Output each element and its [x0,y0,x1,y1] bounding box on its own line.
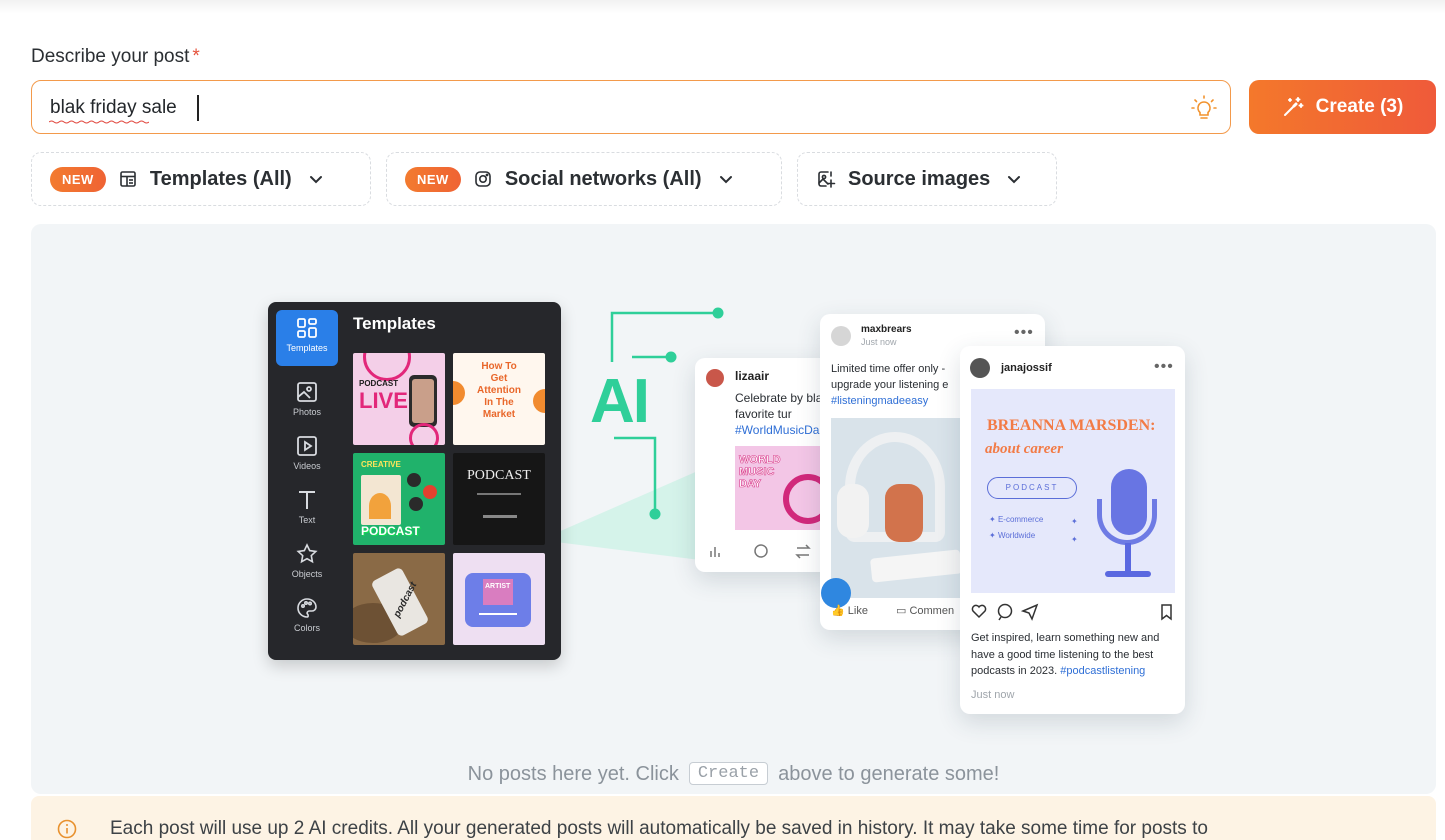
post-username: janajossif [1001,362,1052,374]
post-image [821,418,971,608]
post-time: Just now [971,689,1015,701]
sidebar-text: Text [276,488,338,525]
template-thumb: PODCAST LIVE [353,353,445,445]
avatar [970,358,990,378]
ai-label: AI [590,367,650,436]
template-thumb: PODCAST [453,453,545,545]
post-caption: Get inspired, learn something new and ha… [971,632,1160,677]
sidebar-colors: Colors [276,596,338,633]
post-actions [971,603,1172,621]
post-actions [710,544,811,559]
video-icon [297,436,317,456]
post-username: lizaair [735,369,770,383]
post-image: BREANNA MARSDEN: about career PODCAST ✦ … [971,389,1175,593]
star-icon [296,543,318,564]
comment-action: ▭ Commen [896,605,955,617]
sidebar-objects: Objects [276,542,338,579]
photo-icon [297,382,317,402]
text-icon [299,491,315,509]
info-icon [57,819,77,839]
more-icon: ••• [1014,324,1034,341]
credits-notice-text: Each post will use up 2 AI credits. All … [110,818,1208,839]
sidebar-photos: Photos [276,380,338,417]
like-action: 👍 Like [831,605,868,617]
grid-icon [297,318,317,338]
sidebar-templates: Templates [276,310,338,366]
avatar [706,369,724,387]
template-thumb: How To Get Attention In The Market [453,353,545,445]
template-thumb: CREATIVE PODCAST [353,453,445,545]
empty-state-message: No posts here yet. Click Create above to g… [467,762,1000,785]
post-username: maxbrears [861,324,912,335]
post-preview-card: lizaair Celebrate by bla your favorite t… [695,358,835,572]
template-thumb: ARTIST [453,553,545,645]
avatar [831,326,851,346]
template-thumb: podcast [353,553,445,645]
post-text: Limited time offer only - upgrade your l… [831,363,949,407]
post-preview-card: janajossif ••• BREANNA MARSDEN: about ca… [960,346,1185,714]
editor-title: Templates [353,314,436,333]
sidebar-videos: Videos [276,434,338,471]
create-key-hint: Create [688,762,769,785]
post-time: Just now [861,337,897,347]
palette-icon [297,598,317,618]
more-icon: ••• [1154,358,1174,375]
